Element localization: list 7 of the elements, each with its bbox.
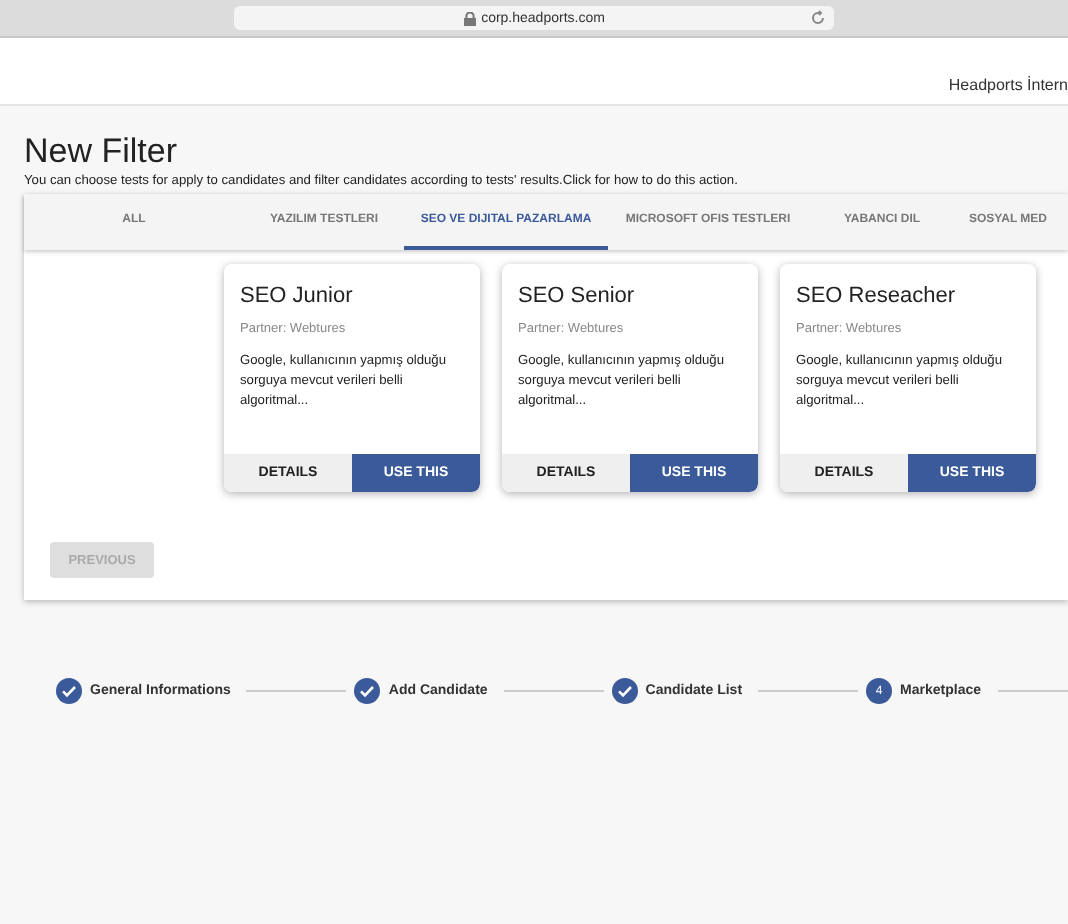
reload-icon[interactable] (810, 10, 826, 26)
card-title: SEO Senior (518, 284, 637, 308)
card-title: SEO Reseacher (796, 284, 957, 308)
card-title: SEO Junior (240, 284, 355, 308)
page-title: New Filter (24, 132, 180, 172)
lock-icon (463, 11, 476, 25)
company-name: Headports İntern (948, 76, 1068, 98)
